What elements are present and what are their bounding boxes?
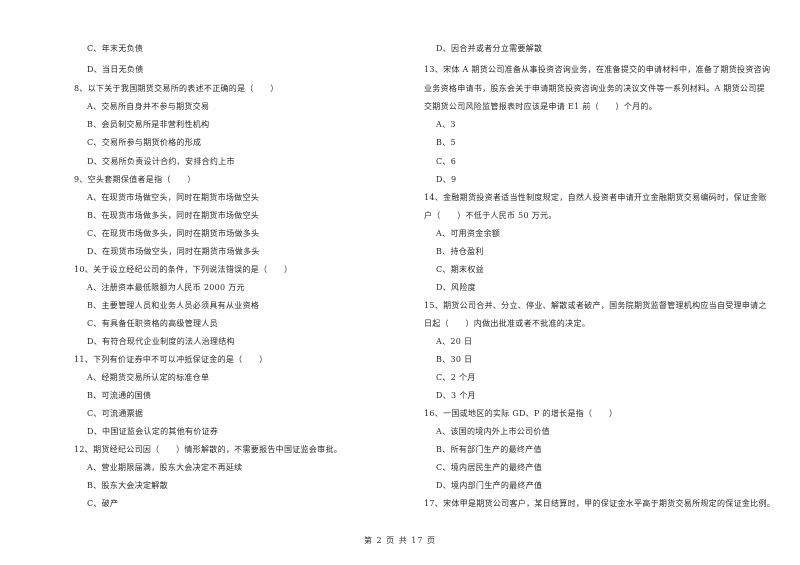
q15-option-d: D、3 个月: [436, 391, 476, 400]
q15-stem-line-2: 日起（ ）内做出批准或者不批准的决定。: [424, 319, 590, 328]
q8-option-c: C、交易所参与期货价格的形成: [87, 138, 202, 147]
q16-stem: 16、一国或地区的实际 GD、P 的增长是指（ ）: [424, 409, 618, 418]
q12-option-c: C、破产: [87, 499, 119, 508]
q16-option-b: B、所有部门生产的最终产值: [436, 445, 542, 454]
q15-option-c: C、2 个月: [436, 373, 476, 382]
q10-option-c: C、有具备任职资格的高级管理人员: [87, 319, 218, 328]
q15-option-b: B、30 日: [436, 355, 473, 364]
q16-option-d: D、境内部门生产的最终产值: [436, 481, 543, 490]
q13-option-c: C、6: [436, 157, 457, 166]
q9-option-b: B、在现货市场做多头，同时在期货市场做空头: [87, 211, 260, 220]
q14-option-d: D、风险度: [436, 283, 476, 292]
q15-stem-line-1: 15、期货公司合并、分立、停业、解散或者破产，国务院期货监督管理机构应当自受理申…: [424, 301, 767, 310]
q11-option-d: D、中国证监会认定的其他有价证券: [87, 427, 219, 436]
q14-option-c: C、期末权益: [436, 265, 484, 274]
q13-stem-line-3: 交期货公司风险监管报表时应该是申请 E1 前（ ）个月的。: [424, 102, 658, 111]
q17-stem: 17、宋体甲是期货公司客户，某日结算时，甲的保证金水平高于期货交易所规定的保证金…: [424, 499, 776, 508]
q11-stem: 11、下列有价证券中不可以冲抵保证金的是（ ）: [74, 355, 268, 364]
q16-option-a: A、该国的境内外上市公司价值: [436, 427, 550, 436]
q11-option-a: A、经期货交易所认定的标准仓单: [87, 373, 210, 382]
q9-option-c: C、在现货市场做多头，同时在期货市场做多头: [87, 229, 260, 238]
q10-option-b: B、主要管理人员和业务人员必须具有从业资格: [87, 301, 260, 310]
q10-stem: 10、关于设立经纪公司的条件，下列说法错误的是（ ）: [74, 265, 293, 274]
q12-stem: 12、期货经纪公司因（ ）情形解散的，不需要报告中国证监会审批。: [74, 445, 343, 454]
q7-option-d: D、当日无负债: [87, 65, 144, 74]
q8-stem: 8、以下关于我国期货交易所的表述不正确的是（ ）: [74, 84, 279, 93]
q14-option-b: B、持仓盈利: [436, 247, 484, 256]
q11-option-c: C、可流通票据: [87, 409, 144, 418]
q15-option-a: A、20 日: [436, 337, 473, 346]
q9-stem: 9、空头套期保值者是指（ ）: [74, 175, 196, 184]
q16-option-c: C、境内居民生产的最终产值: [436, 463, 543, 472]
q13-stem-line-1: 13、宋体 A 期货公司准备从事投资咨询业务，在准备提交的申请材料中，准备了期货…: [424, 65, 771, 74]
q10-option-d: D、有符合现代企业制度的法人治理结构: [87, 337, 235, 346]
q11-option-b: B、可流通的国债: [87, 391, 152, 400]
q14-option-a: A、可用资金余额: [436, 229, 501, 238]
q13-option-a: A、3: [436, 120, 456, 129]
q8-option-a: A、交易所自身并不参与期货交易: [87, 102, 210, 111]
q12-option-d: D、因合并或者分立需要解散: [436, 44, 543, 53]
q12-option-b: B、股东大会决定解散: [87, 481, 168, 490]
q13-option-d: D、9: [436, 175, 457, 184]
q8-option-b: B、会员制交易所是非营利性机构: [87, 120, 210, 129]
q13-stem-line-2: 业务资格申请书，股东会关于申请期货投资咨询业务的决议文件等一系列材料。A 期货公…: [424, 84, 765, 93]
q12-option-a: A、营业期限届满，股东大会决定不再延续: [87, 463, 243, 472]
q9-option-d: D、在现货市场做空头，同时在期货市场做多头: [87, 247, 260, 256]
q8-option-d: D、交易所负责设计合约、安排合约上市: [87, 157, 235, 166]
q14-stem-line-2: 户（ ）不低于人民币 50 万元。: [424, 211, 557, 220]
q7-option-c: C、年末无负债: [87, 44, 144, 53]
q9-option-a: A、在现货市场做空头，同时在期货市场做空头: [87, 193, 260, 202]
q14-stem-line-1: 14、金融期货投资者适当性制度规定，自然人投资者申请开立金融期货交易编码时，保证…: [424, 193, 767, 202]
page-footer: 第 2 页 共 17 页: [364, 536, 436, 545]
q10-option-a: A、注册资本最低限额为人民币 2000 万元: [87, 283, 245, 292]
q13-option-b: B、5: [436, 138, 456, 147]
